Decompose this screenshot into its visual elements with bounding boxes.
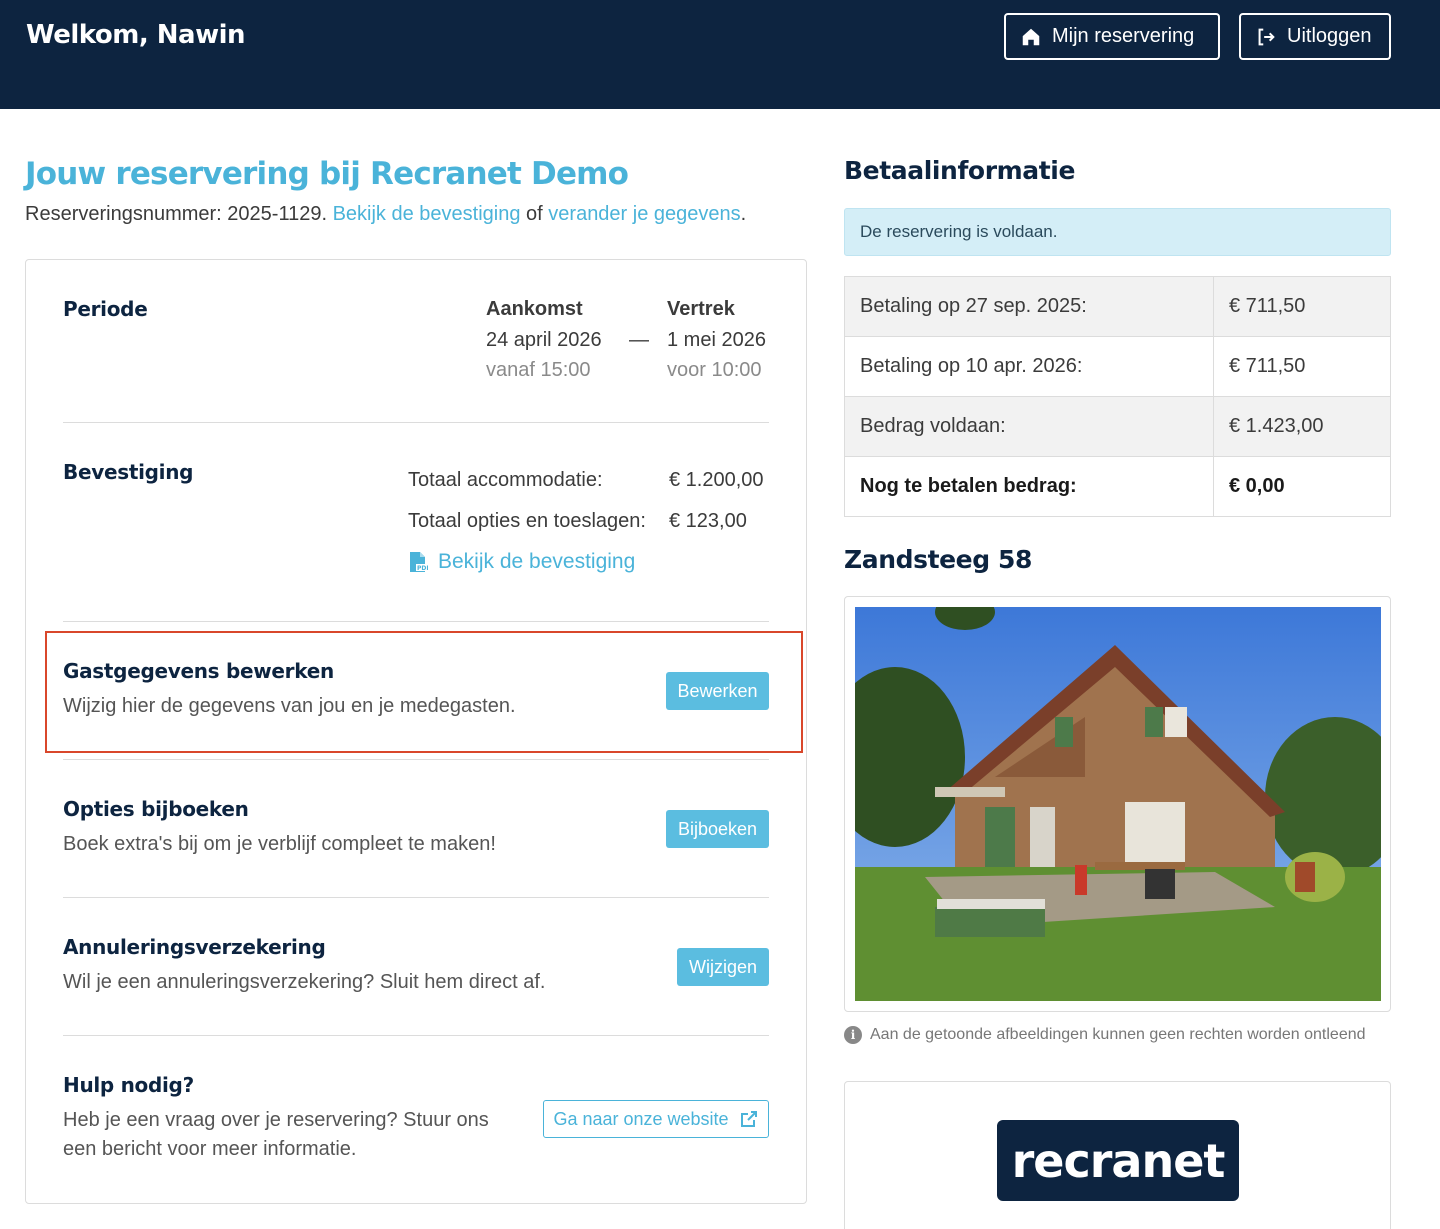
help-text-line-1: Heb je een vraag over je reservering? St… xyxy=(63,1109,489,1131)
welcome-text: Welkom, Nawin xyxy=(26,20,246,50)
logout-button[interactable]: Uitloggen xyxy=(1239,13,1391,60)
options-total-label: Totaal opties en toeslagen: xyxy=(408,510,646,532)
website-button[interactable]: Ga naar onze website xyxy=(543,1100,769,1138)
logout-icon xyxy=(1258,28,1275,45)
svg-text:PDF: PDF xyxy=(417,565,428,572)
confirmation-heading: Bevestiging xyxy=(63,460,194,484)
book-options-button[interactable]: Bijboeken xyxy=(666,810,769,848)
or-text: of xyxy=(526,203,543,225)
brand-card: recranet xyxy=(844,1081,1391,1229)
payment-row-value: € 1.423,00 xyxy=(1213,396,1391,457)
pdf-file-icon: PDF xyxy=(410,552,428,572)
my-reservation-label: Mijn reservering xyxy=(1052,25,1195,47)
options-total-value: € 123,00 xyxy=(669,510,747,532)
divider xyxy=(63,422,769,423)
payment-status-alert: De reservering is voldaan. xyxy=(844,208,1391,256)
payment-title: Betaalinformatie xyxy=(844,156,1076,185)
accommodation-label: Totaal accommodatie: xyxy=(408,469,603,491)
top-bar: Welkom, Nawin Mijn reservering Uitloggen xyxy=(0,0,1440,109)
payment-row-label: Nog te betalen bedrag: xyxy=(844,456,1214,517)
payment-table: Betaling op 27 sep. 2025: € 711,50 Betal… xyxy=(844,276,1391,517)
insurance-heading: Annuleringsverzekering xyxy=(63,935,326,959)
departure-date: 1 mei 2026 xyxy=(667,329,766,351)
arrival-time: vanaf 15:00 xyxy=(486,359,591,381)
pdf-link-label: Bekijk de bevestiging xyxy=(438,550,636,573)
external-link-icon xyxy=(740,1111,757,1127)
edit-details-link[interactable]: verander je gegevens xyxy=(548,203,740,225)
property-image-card xyxy=(844,596,1391,1012)
disclaimer-text: Aan de getoonde afbeeldingen kunnen geen… xyxy=(870,1026,1366,1043)
insurance-text: Wil je een annuleringsverzekering? Sluit… xyxy=(63,971,546,993)
page-title: Jouw reservering bij Recranet Demo xyxy=(25,156,629,192)
change-insurance-button[interactable]: Wijzigen xyxy=(677,948,769,986)
payment-row-label: Bedrag voldaan: xyxy=(844,396,1214,457)
payment-row-label: Betaling op 27 sep. 2025: xyxy=(844,276,1214,337)
payment-row-value: € 711,50 xyxy=(1213,276,1391,337)
period-heading: Periode xyxy=(63,297,148,321)
divider xyxy=(63,1035,769,1036)
my-reservation-button[interactable]: Mijn reservering xyxy=(1004,13,1220,60)
divider xyxy=(63,897,769,898)
property-title: Zandsteeg 58 xyxy=(844,545,1033,574)
payment-row-label: Betaling op 10 apr. 2026: xyxy=(844,336,1214,397)
guest-details-text: Wijzig hier de gegevens van jou en je me… xyxy=(63,695,516,717)
view-confirmation-link[interactable]: Bekijk de bevestiging xyxy=(333,203,521,225)
date-separator: — xyxy=(629,329,649,351)
accommodation-value: € 1.200,00 xyxy=(669,469,764,491)
reservation-number: Reserveringsnummer: 2025-1129. Bekijk de… xyxy=(25,203,746,226)
info-icon: i xyxy=(844,1026,862,1044)
divider xyxy=(63,759,769,760)
payment-row-value: € 0,00 xyxy=(1213,456,1391,517)
arrival-date: 24 april 2026 xyxy=(486,329,602,351)
help-text-line-2: een bericht voor meer informatie. xyxy=(63,1138,357,1160)
guest-details-heading: Gastgegevens bewerken xyxy=(63,659,334,683)
edit-guests-button[interactable]: Bewerken xyxy=(666,672,769,710)
website-button-label: Ga naar onze website xyxy=(553,1108,729,1129)
period-mark: . xyxy=(740,203,747,225)
image-disclaimer: i Aan de getoonde afbeeldingen kunnen ge… xyxy=(844,1026,1366,1044)
options-text: Boek extra's bij om je verblijf compleet… xyxy=(63,833,496,855)
recranet-logo: recranet xyxy=(997,1120,1239,1201)
arrival-label: Aankomst xyxy=(486,298,583,320)
pdf-confirmation-link[interactable]: PDF Bekijk de bevestiging xyxy=(408,550,635,574)
logout-label: Uitloggen xyxy=(1287,25,1372,47)
table-row-total: Nog te betalen bedrag: € 0,00 xyxy=(844,456,1391,517)
help-heading: Hulp nodig? xyxy=(63,1073,194,1097)
table-row: Betaling op 10 apr. 2026: € 711,50 xyxy=(844,336,1391,397)
payment-row-value: € 711,50 xyxy=(1213,336,1391,397)
table-row: Bedrag voldaan: € 1.423,00 xyxy=(844,396,1391,457)
table-row: Betaling op 27 sep. 2025: € 711,50 xyxy=(844,276,1391,337)
departure-label: Vertrek xyxy=(667,298,735,320)
departure-time: voor 10:00 xyxy=(667,359,762,381)
options-heading: Opties bijboeken xyxy=(63,797,249,821)
reservation-number-text: Reserveringsnummer: 2025-1129. xyxy=(25,203,328,225)
home-icon xyxy=(1022,28,1040,45)
property-photo xyxy=(855,607,1381,1001)
divider xyxy=(63,621,769,622)
